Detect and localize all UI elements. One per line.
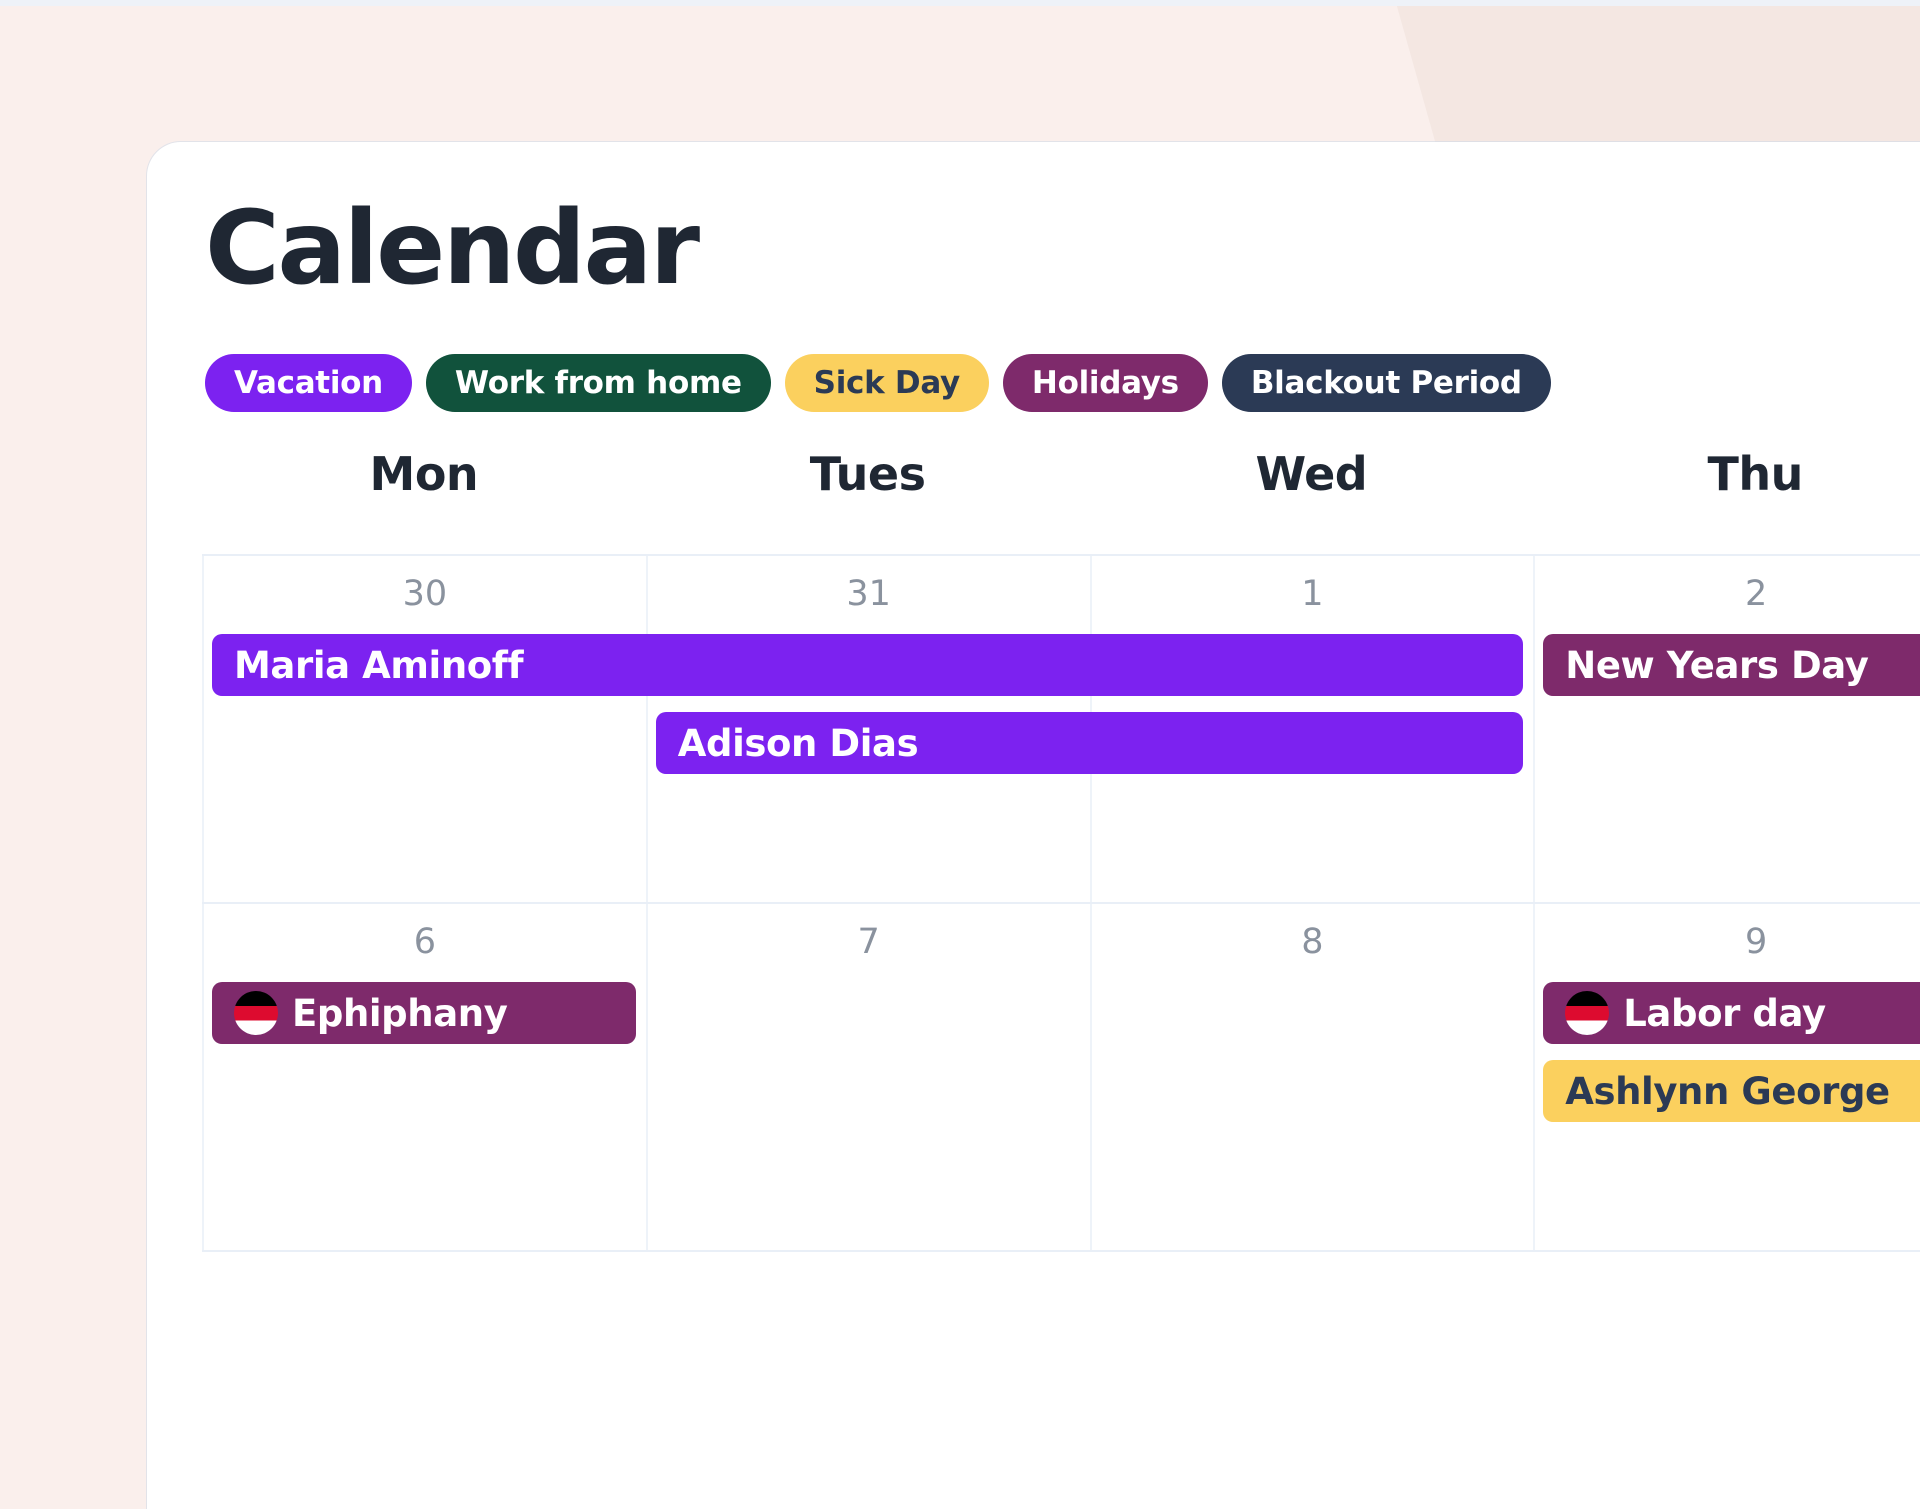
event-chip-label: Ashlynn George — [1565, 1069, 1890, 1113]
week-row: 30 31 1 2 Maria Aminoff Adison Dias New Years … — [202, 556, 1920, 904]
weekday-header-thu: Thu — [1707, 447, 1803, 501]
day-cell[interactable]: 6 — [202, 904, 646, 1250]
germany-flag-icon — [234, 991, 278, 1035]
legend-pill-label: Blackout Period — [1250, 365, 1522, 401]
event-chip[interactable]: Ashlynn George — [1543, 1060, 1920, 1122]
germany-flag-icon — [1565, 991, 1610, 1035]
legend-pill-label: Work from home — [454, 365, 742, 401]
legend-pill-vacation[interactable]: Vacation — [205, 354, 412, 412]
day-number: 1 — [1301, 574, 1324, 614]
event-chip[interactable]: Adison Dias — [655, 712, 1524, 774]
event-chip-label: Adison Dias — [677, 721, 919, 765]
day-number: 2 — [1744, 574, 1768, 614]
day-number: 6 — [413, 922, 437, 962]
legend-pill-holidays[interactable]: Holidays — [1002, 354, 1208, 412]
event-chip[interactable]: New Years Day — [1543, 634, 1920, 696]
legend-pill-sick-day[interactable]: Sick Day — [784, 354, 989, 412]
event-chip-label: New Years Day — [1565, 643, 1869, 687]
day-number: 8 — [1301, 922, 1324, 962]
day-cell[interactable]: 2 — [1533, 556, 1920, 902]
legend-pill-blackout-period[interactable]: Blackout Period — [1221, 354, 1551, 412]
legend-pill-label: Sick Day — [813, 365, 961, 401]
event-chip-label: Maria Aminoff — [234, 643, 524, 687]
weekday-header-tues: Tues — [809, 447, 926, 501]
event-chip[interactable]: Labor day — [1543, 982, 1920, 1044]
day-cell[interactable]: 8 — [1089, 904, 1534, 1250]
calendar-card: Calendar Vacation Work from home Sick Day H… — [147, 142, 1920, 1509]
calendar-grid: 30 31 1 2 Maria Aminoff Adison Dias New Years … — [202, 554, 1920, 1252]
day-cell[interactable]: 30 — [202, 556, 646, 902]
legend-row: Vacation Work from home Sick Day Holidays Bl… — [205, 354, 1551, 412]
legend-pill-work-from-home[interactable]: Work from home — [425, 354, 771, 412]
day-number: 31 — [846, 574, 891, 614]
legend-pill-label: Vacation — [234, 365, 383, 401]
day-number: 9 — [1744, 922, 1768, 962]
legend-pill-label: Holidays — [1031, 365, 1179, 401]
background-top-strip — [0, 0, 1920, 6]
week-row: 6 7 8 9 Ephiphany Labor day Ashlynn George — [202, 904, 1920, 1252]
day-cell[interactable]: 7 — [645, 904, 1090, 1250]
event-chip-label: Labor day — [1623, 991, 1826, 1035]
page-title: Calendar — [205, 189, 700, 308]
weekday-header-row: Mon Tues Wed Thu — [202, 447, 1920, 501]
day-number: 30 — [402, 574, 448, 614]
event-chip-label: Ephiphany — [292, 991, 508, 1035]
weekday-header-mon: Mon — [369, 447, 479, 501]
event-chip[interactable]: Ephiphany — [212, 982, 636, 1044]
weekday-header-wed: Wed — [1255, 447, 1368, 501]
event-chip[interactable]: Maria Aminoff — [212, 634, 1524, 696]
day-number: 7 — [857, 922, 880, 962]
